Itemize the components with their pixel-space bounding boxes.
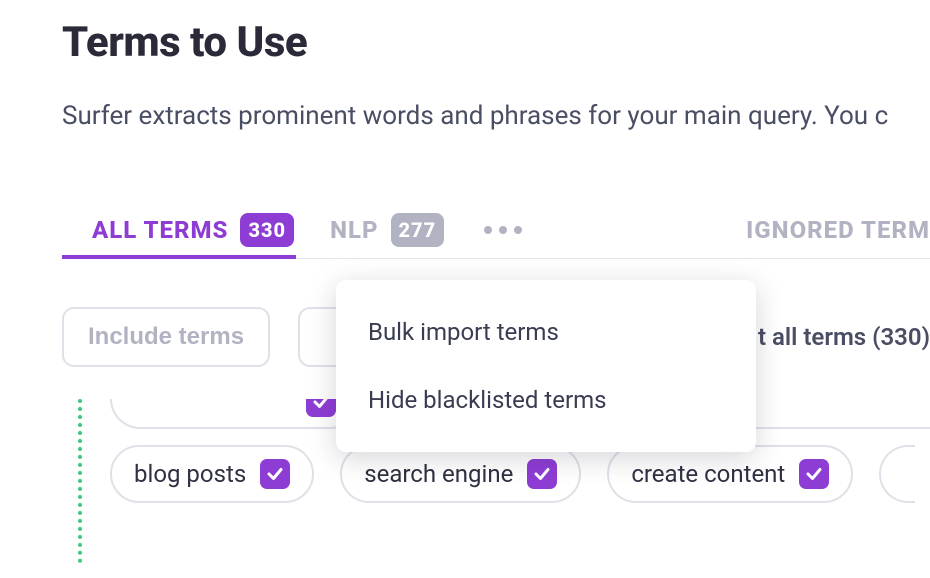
term-chip[interactable]: blog posts: [110, 445, 314, 503]
select-all-terms[interactable]: t all terms (330): [758, 323, 930, 351]
term-chip[interactable]: search engine: [340, 445, 581, 503]
tab-nlp-label: NLP: [330, 216, 378, 244]
page-subtitle: Surfer extracts prominent words and phra…: [62, 101, 930, 131]
term-chip-label: search engine: [364, 460, 513, 488]
tab-bar: ALL TERMS 330 NLP 277 IGNORED TERM: [62, 201, 930, 259]
more-icon[interactable]: [480, 216, 526, 244]
check-icon: [260, 459, 290, 489]
term-chip-label: blog posts: [134, 460, 246, 488]
include-terms-button[interactable]: Include terms: [62, 307, 270, 367]
tab-all-terms-label: ALL TERMS: [92, 216, 228, 244]
check-icon: [799, 459, 829, 489]
more-dropdown: Bulk import terms Hide blacklisted terms: [336, 280, 756, 452]
page-title: Terms to Use: [62, 0, 930, 67]
term-chip-label: create content: [631, 460, 785, 488]
term-chip[interactable]: create content: [607, 445, 853, 503]
term-chip[interactable]: [879, 445, 915, 503]
tab-ignored-terms[interactable]: IGNORED TERM: [746, 201, 930, 258]
tab-nlp[interactable]: NLP 277: [330, 201, 444, 258]
tab-all-terms-count-badge: 330: [240, 213, 294, 247]
score-guide-line: [78, 399, 82, 563]
chip-row: blog posts search engine create content: [62, 445, 930, 503]
check-icon: [306, 399, 336, 417]
dropdown-item-bulk-import[interactable]: Bulk import terms: [336, 298, 756, 366]
term-chip[interactable]: quality content: [110, 399, 360, 429]
tab-all-terms[interactable]: ALL TERMS 330: [62, 201, 294, 258]
tab-ignored-label: IGNORED TERM: [746, 216, 930, 244]
term-chip-label: [903, 460, 909, 488]
dropdown-item-hide-blacklisted[interactable]: Hide blacklisted terms: [336, 366, 756, 434]
tab-nlp-count-badge: 277: [391, 213, 445, 247]
check-icon: [527, 459, 557, 489]
